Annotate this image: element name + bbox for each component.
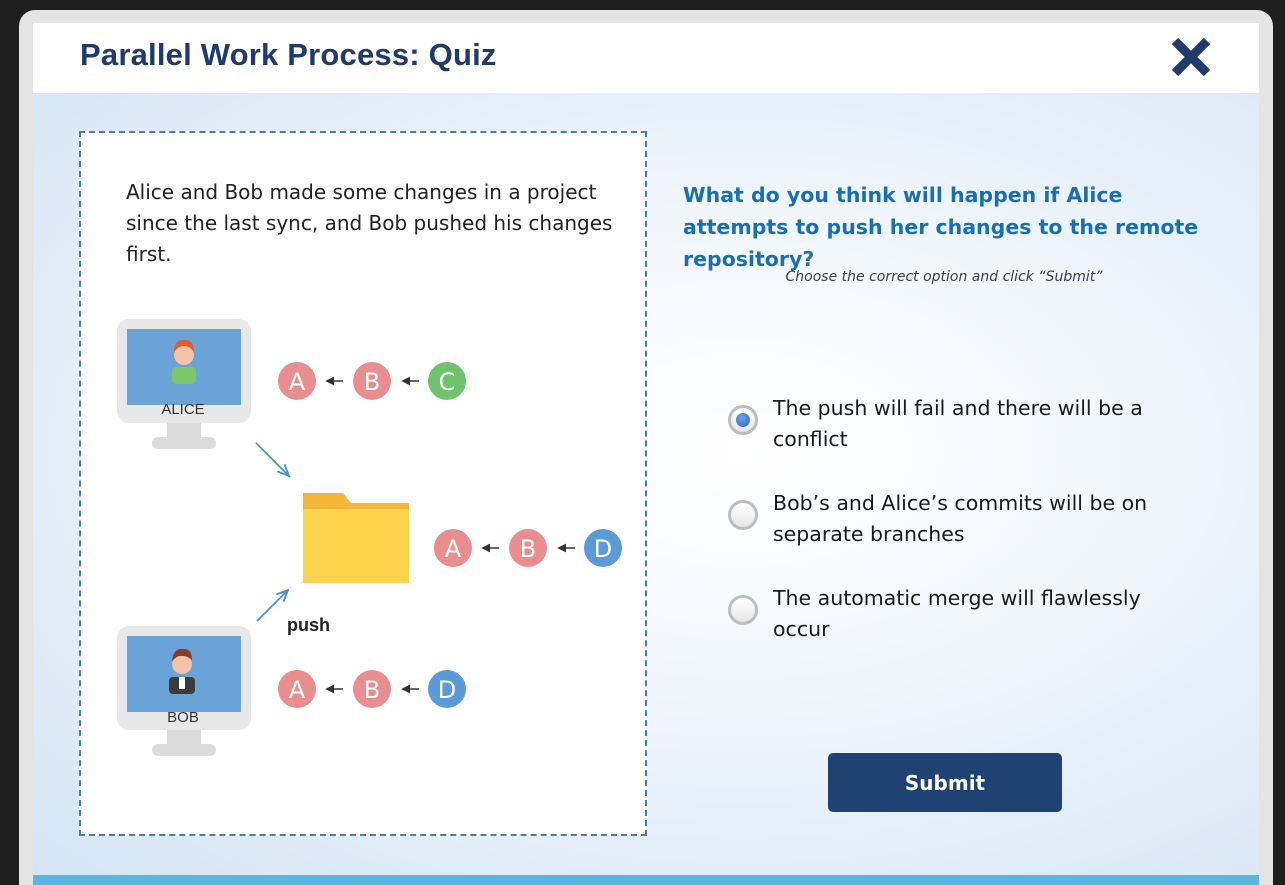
commit-b-label: B <box>364 676 380 704</box>
modal-header: Parallel Work Process: Quiz <box>33 23 1259 93</box>
commit-d-label: D <box>594 535 612 563</box>
bob-arrow <box>256 591 287 622</box>
push-label: push <box>287 615 330 635</box>
commit-c-label: C <box>439 368 456 396</box>
bob-label: BOB <box>167 709 199 726</box>
folder-icon <box>303 493 409 583</box>
radio-button-selected[interactable] <box>728 405 758 435</box>
commit-a-label: A <box>289 676 306 704</box>
bob-computer-icon: BOB <box>117 626 251 756</box>
modal-content: Alice and Bob made some changes in a pro… <box>33 93 1259 875</box>
bottom-accent-bar <box>33 875 1259 885</box>
quiz-instruction: Choose the correct option and click “Sub… <box>785 269 1103 285</box>
alice-arrow <box>255 442 288 475</box>
option-label[interactable]: Bob’s and Alice’s commits will be on sep… <box>773 488 1173 550</box>
bob-commits: A B D <box>278 670 466 708</box>
commit-d-label: D <box>438 676 456 704</box>
scenario-panel: Alice and Bob made some changes in a pro… <box>79 131 647 836</box>
radio-button[interactable] <box>728 500 758 530</box>
quiz-question: What do you think will happen if Alice a… <box>683 183 1199 271</box>
commit-b-label: B <box>364 368 380 396</box>
submit-button[interactable]: Submit <box>828 753 1062 812</box>
quiz-modal: Parallel Work Process: Quiz Alice and Bo… <box>33 23 1259 885</box>
commit-a-label: A <box>445 535 462 563</box>
alice-label: ALICE <box>161 401 204 418</box>
modal-title: Parallel Work Process: Quiz <box>80 37 497 72</box>
remote-commits: A B D <box>434 529 622 567</box>
alice-computer-icon: ALICE <box>117 319 251 449</box>
option-label[interactable]: The push will fail and there will be a c… <box>773 393 1173 455</box>
commit-b-label: B <box>520 535 536 563</box>
option-label[interactable]: The automatic merge will flawlessly occu… <box>773 583 1173 645</box>
git-diagram: ALICE A B C A B D push BOB A B D <box>117 319 622 756</box>
alice-commits: A B C <box>278 362 466 400</box>
radio-button[interactable] <box>728 595 758 625</box>
commit-a-label: A <box>289 368 306 396</box>
close-icon[interactable] <box>1169 35 1213 79</box>
